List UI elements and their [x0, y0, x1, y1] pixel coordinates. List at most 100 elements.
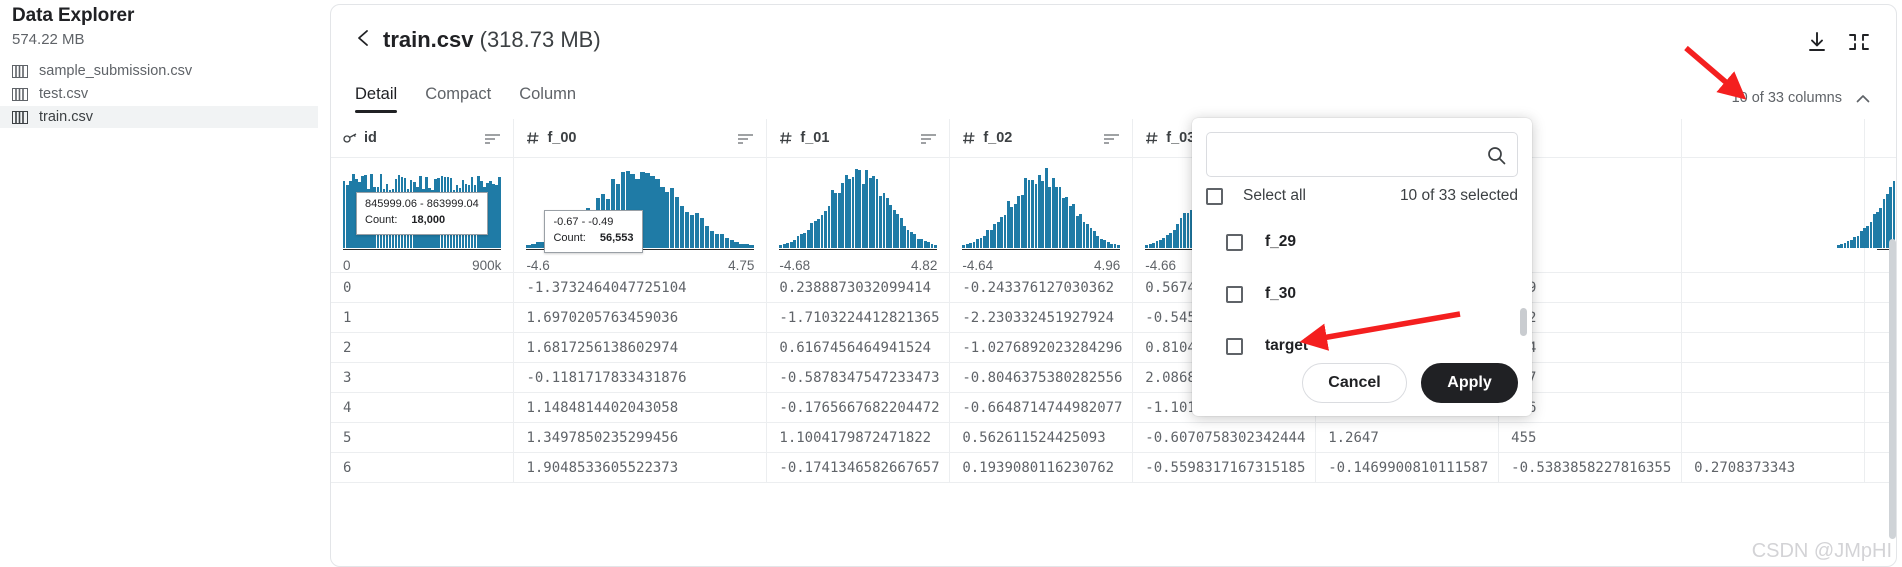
- option-checkbox[interactable]: [1226, 285, 1243, 303]
- histogram-bar: [899, 217, 903, 248]
- axis-min-label: -4.68: [779, 258, 811, 273]
- table-row[interactable]: 0 -1.3732464047725104 0.2388873032099414 -0…: [331, 272, 1896, 303]
- histogram-cell-f-02[interactable]: -4.64 4.96: [949, 157, 1134, 273]
- table-header-id[interactable]: id: [331, 119, 515, 158]
- option-checkbox[interactable]: [1226, 337, 1243, 355]
- histogram-bar: [1840, 244, 1843, 248]
- histogram-bar: [724, 237, 729, 248]
- search-icon[interactable]: [1487, 146, 1506, 165]
- histogram-bar: [744, 244, 749, 248]
- column-option-f-29[interactable]: f_29: [1206, 216, 1526, 268]
- tooltip-count-value: 18,000: [411, 213, 446, 226]
- histogram-bar: [982, 235, 986, 248]
- dropdown-scrollbar-thumb[interactable]: [1520, 308, 1527, 336]
- histogram-bar: [1051, 177, 1055, 248]
- histogram-bar: [986, 230, 990, 248]
- histogram-bar: [844, 174, 848, 248]
- column-option-f-30[interactable]: f_30: [1206, 268, 1526, 320]
- download-icon[interactable]: [1806, 31, 1828, 53]
- chevron-up-icon[interactable]: [1854, 90, 1872, 108]
- histogram-bar: [827, 205, 831, 248]
- sort-icon[interactable]: [1103, 132, 1120, 144]
- table-row[interactable]: 2 1.6817256138602974 0.6167456464941524 -1.…: [331, 332, 1896, 363]
- option-label: f_29: [1265, 233, 1297, 250]
- sidebar-item-label: train.csv: [39, 109, 93, 125]
- sidebar-item-sample-submission[interactable]: sample_submission.csv: [0, 60, 318, 82]
- table-scrollbar-thumb[interactable]: [1889, 239, 1896, 539]
- histogram-tooltip: 845999.06 - 863999.04 Count: 18,000: [356, 192, 488, 235]
- data-table-scroll-area[interactable]: id f_00 f_01 f_02 f_03 0 900k 845999.06 …: [331, 119, 1896, 566]
- table-header-row: id f_00 f_01 f_02 f_03: [331, 119, 1896, 158]
- histogram-bar: [927, 242, 931, 248]
- tab-column[interactable]: Column: [519, 85, 576, 113]
- cell-value: 1.2647: [1315, 422, 1500, 453]
- chevron-left-icon[interactable]: [354, 27, 374, 49]
- histogram-bar: [1075, 216, 1079, 248]
- table-vertical-scrollbar[interactable]: [1888, 239, 1896, 566]
- collapse-icon[interactable]: [1848, 31, 1870, 53]
- table-row[interactable]: 1 1.6970205763459036 -1.7103224412821365 -2…: [331, 302, 1896, 333]
- select-all-row[interactable]: Select all 10 of 33 selected: [1206, 183, 1518, 209]
- histogram-bar: [1062, 198, 1065, 248]
- histogram-bar: [1096, 236, 1100, 248]
- cell-value: -0.8046375380282556: [949, 362, 1134, 393]
- tab-compact[interactable]: Compact: [425, 85, 491, 113]
- histogram-bar: [848, 178, 851, 248]
- histogram-bar: [861, 184, 865, 248]
- sort-icon[interactable]: [737, 132, 754, 144]
- histogram-bar: [920, 239, 924, 248]
- histogram-cell-id[interactable]: 0 900k 845999.06 - 863999.04 Count: 18,0…: [331, 157, 515, 273]
- histogram-bar: [719, 234, 724, 248]
- histogram-bar: [1089, 227, 1093, 248]
- histogram-bar: [1065, 197, 1069, 248]
- column-selector-dropdown: Select all 10 of 33 selected f_29 f_30 t…: [1192, 118, 1532, 416]
- cell-id: 4: [331, 392, 515, 423]
- histogram-bar: [965, 243, 969, 248]
- histogram-cell-f-01[interactable]: -4.68 4.82: [766, 157, 951, 273]
- column-option-target[interactable]: target: [1206, 320, 1526, 361]
- option-checkbox[interactable]: [1226, 233, 1243, 251]
- search-input[interactable]: [1217, 133, 1477, 176]
- sort-icon[interactable]: [920, 132, 937, 144]
- column-options-list[interactable]: f_29 f_30 target: [1206, 216, 1526, 361]
- cell-id: 6: [331, 452, 515, 483]
- cell-value: [1681, 392, 1866, 423]
- hash-icon: [1145, 131, 1159, 145]
- table-row[interactable]: 3 -0.1181717833431876 -0.5878347547233473-…: [331, 362, 1896, 393]
- histogram-bar: [817, 218, 821, 248]
- table-header-extra-2[interactable]: [1681, 119, 1866, 158]
- histogram-bar: [889, 205, 893, 248]
- axis-min-label: -4.6: [526, 258, 550, 273]
- histogram-bar: [704, 226, 710, 248]
- table-row[interactable]: 6 1.9048533605522373 -0.1741346582667657 0.…: [331, 452, 1896, 483]
- column-count-summary[interactable]: 10 of 33 columns: [1732, 90, 1842, 106]
- column-name: f_02: [983, 130, 1013, 146]
- table-row[interactable]: 4 1.1484814402043058 -0.1765667682204472 -0…: [331, 392, 1896, 423]
- histogram-bar: [972, 241, 976, 248]
- select-all-checkbox[interactable]: [1206, 187, 1223, 205]
- histogram-cell-f-00[interactable]: -4.6 4.75 -0.67 - -0.49 Count: 56,553: [513, 157, 768, 273]
- dropdown-scrollbar[interactable]: [1520, 218, 1527, 358]
- table-row[interactable]: 5 1.3497850235299456 1.1004179872471822 0.5…: [331, 422, 1896, 453]
- histogram-bar: [1876, 211, 1879, 248]
- table-header-f-01[interactable]: f_01: [766, 119, 951, 158]
- table-header-f-00[interactable]: f_00: [513, 119, 768, 158]
- table-header-f-02[interactable]: f_02: [949, 119, 1134, 158]
- data-table: id f_00 f_01 f_02 f_03 0 900k 845999.06 …: [331, 119, 1896, 483]
- histogram-bar: [979, 237, 983, 248]
- sidebar-item-train[interactable]: train.csv: [0, 106, 318, 128]
- cancel-button[interactable]: Cancel: [1302, 363, 1407, 403]
- histogram-bar: [1048, 186, 1052, 248]
- hash-icon: [779, 131, 793, 145]
- histogram-baseline: [343, 248, 502, 250]
- table-header-extra-3[interactable]: [1864, 119, 1896, 158]
- sort-icon[interactable]: [484, 132, 501, 144]
- histogram-bar: [806, 229, 810, 248]
- histogram-bar: [989, 229, 993, 248]
- tooltip-range: -0.67 - -0.49: [553, 216, 614, 228]
- sidebar-item-test[interactable]: test.csv: [0, 83, 318, 105]
- tab-detail[interactable]: Detail: [355, 85, 398, 113]
- cell-value: 0.2388873032099414: [766, 272, 951, 303]
- column-search-box[interactable]: [1206, 132, 1518, 177]
- apply-button[interactable]: Apply: [1421, 363, 1518, 403]
